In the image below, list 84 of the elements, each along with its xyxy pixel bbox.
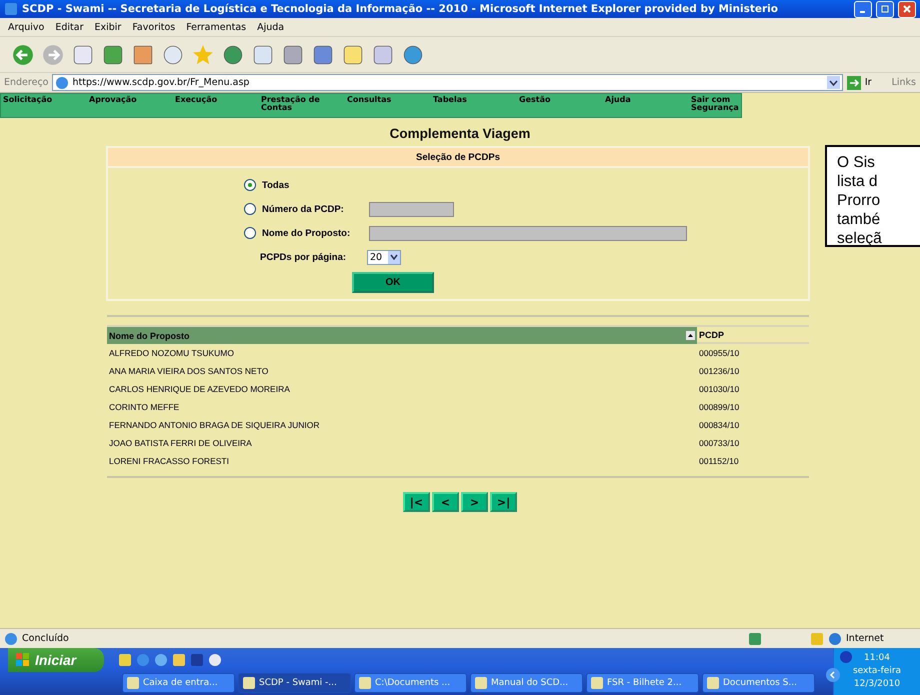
dropdown-icon[interactable] [826,76,840,89]
pager-button[interactable]: > [461,492,488,512]
sort-icon[interactable] [686,331,695,340]
star-icon[interactable] [192,44,214,66]
panel-title: Seleção de PCDPs [108,148,808,168]
clock-time: 11:04 [864,652,890,664]
table-cell-text: 001236/10 [698,366,740,376]
table-cell-text: ANA MARIA VIEIRA DOS SANTOS NETO [108,366,270,376]
taskbar-button[interactable]: FSR - Bilhete 2... [586,673,699,693]
nav-item[interactable]: Solicitação [1,94,87,117]
input-field[interactable] [369,202,454,216]
radio-button[interactable] [244,227,256,239]
nav-item[interactable]: Consultas [345,94,431,117]
close-button[interactable] [898,0,916,18]
option-label: Todas [262,180,290,190]
table-cell-text: LORENI FRACASSO FORESTI [108,456,230,466]
clock-date: 12/3/2010 [854,678,900,690]
url-text: https://www.scdp.gov.br/Fr_Menu.asp [72,77,250,88]
address-field[interactable]: https://www.scdp.gov.br/Fr_Menu.asp [52,74,843,91]
taskbar-button[interactable]: Documentos S... [702,673,815,693]
table-cell-text: 001030/10 [698,384,740,394]
menu-item[interactable]: Ferramentas [186,22,246,32]
nav-item[interactable]: Sair com Segurança [689,94,775,117]
callout-text: O Sis [837,153,876,172]
per-page-select[interactable]: 20 [367,250,401,264]
callout-text: seleçã [837,229,883,248]
expand-icon[interactable] [826,668,840,682]
page-title: Complementa Viagem [390,126,530,143]
taskbar-button[interactable]: Caixa de entra... [122,673,235,693]
callout-text: també [837,210,882,229]
per-page-label: PCPDs por página: [260,252,348,262]
nav-item[interactable]: Gestão [517,94,603,117]
pager-button[interactable]: < [432,492,459,512]
nav-item[interactable]: Execução [173,94,259,117]
column-header[interactable]: PCDP [697,327,809,344]
pager-button[interactable]: >| [490,492,517,512]
table-cell-text: 000834/10 [698,420,740,430]
table-cell-text: FERNANDO ANTONIO BRAGA DE SIQUEIRA JUNIOR [108,420,320,430]
links-label[interactable]: Links [892,77,916,88]
input-field[interactable] [369,226,687,240]
nav-item[interactable]: Prestação de Contas [259,94,345,117]
menu-item[interactable]: Exibir [94,22,122,32]
go-icon[interactable] [846,76,861,90]
menu-item[interactable]: Favoritos [132,22,176,32]
radio-button[interactable] [244,179,256,191]
table-cell-text: JOAO BATISTA FERRI DE OLIVEIRA [108,438,253,448]
table-cell-text: ALFREDO NOZOMU TSUKUMO [108,348,235,358]
maximize-button[interactable] [876,0,894,18]
taskbar-button[interactable]: Manual do SCD... [470,673,583,693]
table-cell-text: CORINTO MEFFE [108,402,180,412]
menu-item[interactable]: Ajuda [257,22,284,32]
taskbar-button[interactable]: C:\Documents ... [354,673,467,693]
column-header[interactable]: Nome do Proposto [107,327,697,344]
go-button[interactable]: Ir [864,77,872,88]
zone-text: Internet [846,633,885,644]
menu-item[interactable]: Editar [55,22,84,32]
nav-item[interactable]: Aprovação [87,94,173,117]
minimize-button[interactable] [854,0,872,18]
pager-button[interactable]: |< [403,492,430,512]
radio-button[interactable] [244,203,256,215]
table-cell-text: 000899/10 [698,402,740,412]
callout-text: lista d [837,172,878,191]
maximize-icon [881,5,889,13]
back-icon[interactable] [12,44,34,66]
nav-item[interactable]: Tabelas [431,94,517,117]
callout-text: Prorro [837,191,882,210]
window-title: SCDP - Swami -- Secretaria de Logística e Tecnologia da Informação -- 2010 - Microsoft Internet Explorer provided by Ministerio [22,3,779,15]
caret-icon [390,254,398,260]
option-label: Número da PCDP: [262,204,345,214]
close-icon [903,5,911,13]
ok-button[interactable]: OK [352,272,434,293]
clock-day: sexta-feira [852,665,902,677]
status-text: Concluído [22,633,70,644]
menu-item[interactable]: Arquivo [8,22,44,32]
nav-item[interactable]: Ajuda [603,94,689,117]
table-cell-text: 000733/10 [698,438,740,448]
windows-logo-icon [16,653,30,667]
table-cell-text: CARLOS HENRIQUE DE AZEVEDO MOREIRA [108,384,291,394]
option-label: Nome do Proposto: [262,228,352,238]
table-cell-text: 001152/10 [698,456,739,466]
start-button[interactable]: Iniciar [8,648,104,672]
table-cell-text: 000955/10 [698,348,740,358]
taskbar-button[interactable]: SCDP - Swami -... [238,673,351,693]
address-label: Endereço [4,77,48,88]
